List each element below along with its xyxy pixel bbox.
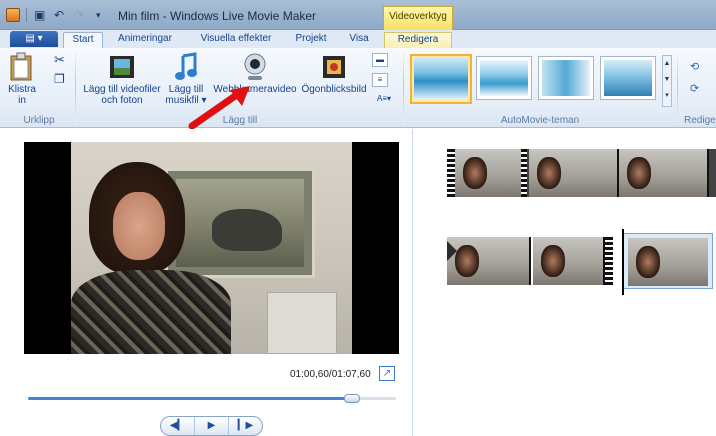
snapshot-button[interactable]: Ögonblicksbild <box>298 52 370 95</box>
webcam-icon <box>244 53 266 80</box>
snapshot-label: Ögonblicksbild <box>301 84 367 95</box>
annotation-arrow-icon <box>188 86 250 130</box>
group-label-automovie: AutoMovie-teman <box>500 115 580 126</box>
video-frame-image <box>71 142 352 354</box>
tab-visual-effects[interactable]: Visuella effekter <box>188 32 284 48</box>
paste-label: Klistra in <box>8 84 36 106</box>
snapshot-icon <box>323 56 345 78</box>
transition-marker <box>447 241 457 261</box>
theme-thumbnail <box>480 60 528 96</box>
seek-slider[interactable] <box>28 394 396 403</box>
paste-button[interactable]: Klistra in <box>6 52 38 106</box>
rotate-right-icon[interactable]: ⟳ <box>690 84 699 95</box>
credits-icon[interactable]: A≡▾ <box>372 93 396 107</box>
copy-icon[interactable]: ❐ <box>54 73 65 85</box>
window-title: Min film - Windows Live Movie Maker <box>118 9 317 23</box>
cut-icon[interactable]: ✂ <box>54 53 65 66</box>
seek-thumb[interactable] <box>343 394 360 403</box>
context-tab-header: Videoverktyg <box>383 6 453 30</box>
undo-icon[interactable]: ↶ <box>54 8 64 22</box>
ribbon: Klistra in ✂ ❐ Urklipp Lägg till videofi… <box>0 48 716 128</box>
storyboard-clip-selected[interactable] <box>623 233 713 289</box>
theme-item[interactable] <box>600 56 656 100</box>
theme-item[interactable] <box>476 56 532 100</box>
group-label-edit: Redige <box>684 115 716 126</box>
group-label-clipboard: Urklipp <box>23 115 55 126</box>
file-menu-button[interactable]: ▤ ▾ <box>10 31 58 47</box>
music-note-icon <box>175 52 197 80</box>
customize-icon[interactable]: ▾ <box>96 10 101 21</box>
playhead[interactable] <box>622 229 624 295</box>
playback-controls: ◀▎ ▶ ▎▶ <box>160 416 263 436</box>
tab-view[interactable]: Visa <box>340 32 378 48</box>
chevron-up-icon[interactable]: ▲ <box>663 56 671 72</box>
storyboard-clip[interactable] <box>447 149 716 197</box>
expand-icon: ↗ <box>382 368 392 379</box>
theme-thumbnail <box>414 58 468 100</box>
menu-icon: ▤ ▾ <box>25 33 43 44</box>
theme-thumbnail <box>542 60 590 96</box>
play-icon[interactable]: ▶ <box>195 417 229 435</box>
caption-icon[interactable]: ≡ <box>372 73 388 87</box>
video-preview[interactable] <box>24 142 399 354</box>
previous-frame-icon[interactable]: ◀▎ <box>161 417 195 435</box>
app-icon[interactable] <box>6 8 20 22</box>
gallery-more-icon[interactable]: ▾ <box>663 88 671 104</box>
tab-project[interactable]: Projekt <box>288 32 334 48</box>
tab-start[interactable]: Start <box>63 32 103 48</box>
gallery-scroll[interactable]: ▲ ▼ ▾ <box>662 55 672 107</box>
theme-thumbnail <box>604 60 652 96</box>
next-frame-icon[interactable]: ▎▶ <box>229 417 262 435</box>
save-icon[interactable]: ▣ <box>34 8 45 22</box>
add-videos-photos-button[interactable]: Lägg till videofiler och foton <box>80 52 164 106</box>
paste-icon <box>10 52 32 81</box>
fullscreen-button[interactable]: ↗ <box>379 366 395 381</box>
caption-title-icon[interactable]: ▬ <box>372 53 388 67</box>
title-bar: ▣ ↶ ↷ ▾ Min film - Windows Live Movie Ma… <box>0 0 716 30</box>
ribbon-tabs: ▤ ▾ Start Animeringar Visuella effekter … <box>0 30 716 48</box>
theme-item[interactable] <box>410 54 472 104</box>
storyboard <box>414 129 716 436</box>
film-photo-icon <box>110 56 134 78</box>
chevron-down-icon[interactable]: ▼ <box>663 72 671 88</box>
divider <box>403 52 404 124</box>
preview-pane: 01:00,60/01:07,60 ↗ ◀▎ ▶ ▎▶ <box>0 129 413 436</box>
storyboard-clip[interactable] <box>447 237 613 285</box>
divider <box>26 8 27 22</box>
theme-item[interactable] <box>538 56 594 100</box>
divider <box>677 52 678 124</box>
tab-edit[interactable]: Redigera <box>384 32 452 48</box>
divider <box>75 52 76 124</box>
seek-progress <box>28 397 352 400</box>
add-videos-photos-label: Lägg till videofiler och foton <box>83 84 161 106</box>
tab-animations[interactable]: Animeringar <box>108 32 182 48</box>
timecode: 01:00,60/01:07,60 <box>290 369 371 380</box>
wall-picture <box>165 168 315 278</box>
rotate-left-icon[interactable]: ⟲ <box>690 62 699 73</box>
redo-icon[interactable]: ↷ <box>74 8 84 22</box>
